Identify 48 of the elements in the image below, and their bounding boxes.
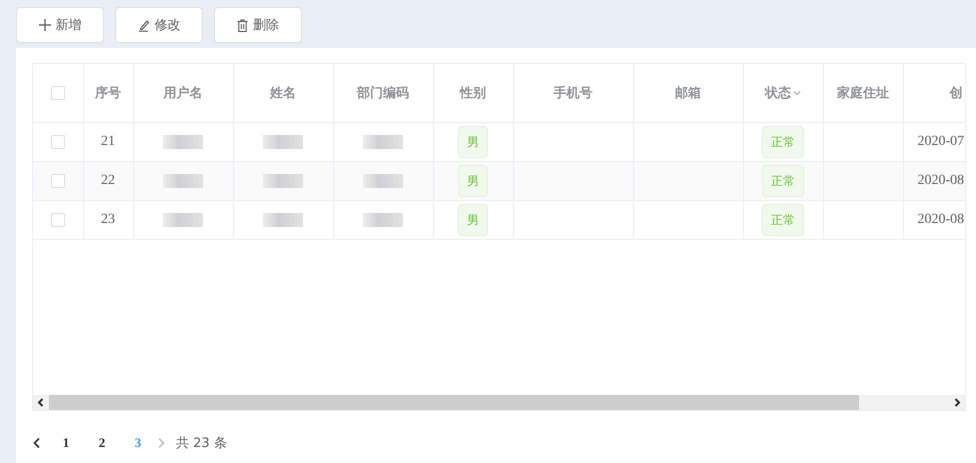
row-checkbox[interactable] [50,212,65,227]
blurred-text [363,134,403,149]
table-cell: 2020-08 [918,212,964,227]
column-header: 家庭住址 [837,84,889,102]
status-tag: 男 [458,204,488,236]
toolbar-button[interactable]: 修改 [115,7,203,43]
page-number[interactable]: 1 [48,435,84,451]
column-header: 用户名 [164,84,202,102]
blurred-text [163,174,203,188]
blurred-text [163,212,203,227]
status-tag: 正常 [762,165,804,197]
page-number[interactable]: 2 [84,435,120,451]
scroll-left-icon[interactable] [37,398,45,407]
status-tag: 正常 [762,126,804,158]
toolbar-button[interactable]: 删除 [214,7,302,43]
table-cell: 2020-07 [918,134,964,149]
plus-icon [38,19,50,31]
column-header: 性别 [460,85,486,102]
column-header: 创 [950,85,962,102]
horizontal-scrollbar[interactable] [33,395,965,410]
previous-page-icon[interactable] [32,437,42,449]
total-count: 共 23 条 [176,435,227,452]
status-tag: 正常 [762,204,804,236]
status-tag: 男 [458,165,488,197]
column-header: 姓名 [270,85,296,102]
table-cell: 21 [101,134,115,149]
blurred-text [263,174,303,188]
blurred-text [363,212,403,227]
table-cell: 2020-08 [918,173,964,188]
column-header: 序号 [95,84,121,102]
row-checkbox[interactable] [50,174,65,188]
select-all-checkbox[interactable] [50,86,65,100]
status-tag: 男 [458,126,488,158]
table-cell: 22 [101,173,115,188]
trash-icon [237,18,248,32]
column-header: 邮箱 [675,85,701,102]
table-cell: 23 [101,212,115,227]
sortable-column-header[interactable]: 状态 [765,84,801,102]
blurred-text [163,134,203,149]
column-header: 部门编码 [357,84,409,102]
column-header: 手机号 [554,84,592,102]
blurred-text [363,174,403,188]
toolbar-button[interactable]: 新增 [16,7,104,43]
blurred-text [263,212,303,227]
scroll-right-icon[interactable] [953,398,961,407]
row-checkbox[interactable] [50,134,65,149]
blurred-text [263,134,303,149]
pencil-icon [138,18,150,32]
